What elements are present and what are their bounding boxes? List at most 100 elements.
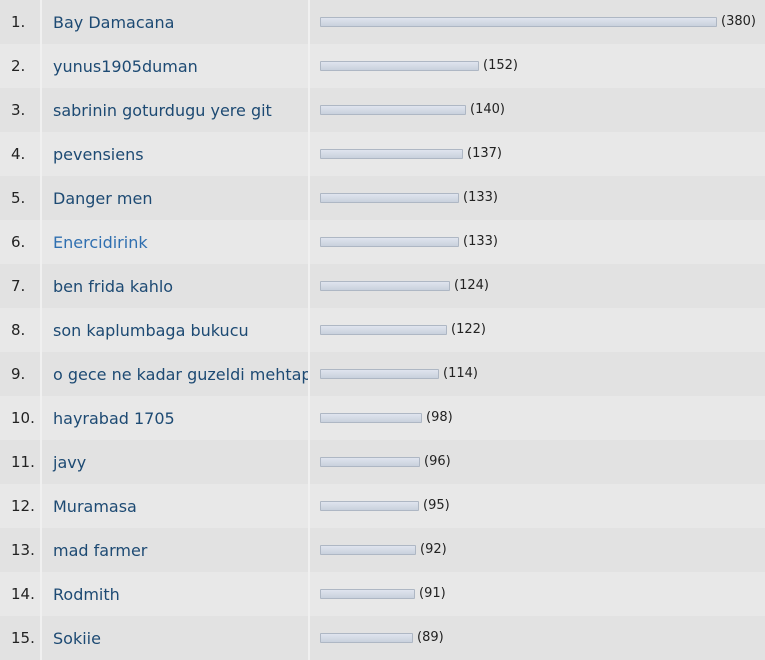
bar-track: (124) bbox=[320, 278, 717, 293]
count-label: (124) bbox=[454, 278, 489, 293]
user-link[interactable]: o gece ne kadar guzeldi mehtap bbox=[53, 365, 308, 384]
stat-cell: (137) bbox=[310, 132, 765, 176]
name-cell: mad farmer bbox=[42, 528, 310, 572]
bar-track: (96) bbox=[320, 454, 717, 469]
user-link[interactable]: Bay Damacana bbox=[53, 13, 174, 32]
user-link[interactable]: hayrabad 1705 bbox=[53, 409, 175, 428]
count-label: (122) bbox=[451, 322, 486, 337]
stat-cell: (140) bbox=[310, 88, 765, 132]
name-cell: Sokiie bbox=[42, 616, 310, 660]
user-link[interactable]: sabrinin goturdugu yere git bbox=[53, 101, 272, 120]
bar-track: (140) bbox=[320, 102, 717, 117]
stat-cell: (124) bbox=[310, 264, 765, 308]
table-row: 12. Muramasa (95) bbox=[0, 484, 765, 528]
name-cell: Danger men bbox=[42, 176, 310, 220]
user-link[interactable]: ben frida kahlo bbox=[53, 277, 173, 296]
user-link[interactable]: Muramasa bbox=[53, 497, 137, 516]
count-bar bbox=[320, 237, 459, 247]
name-cell: sabrinin goturdugu yere git bbox=[42, 88, 310, 132]
table-row: 9. o gece ne kadar guzeldi mehtap (114) bbox=[0, 352, 765, 396]
table-row: 8. son kaplumbaga bukucu (122) bbox=[0, 308, 765, 352]
name-cell: ben frida kahlo bbox=[42, 264, 310, 308]
stat-cell: (152) bbox=[310, 44, 765, 88]
rank-cell: 7. bbox=[0, 264, 42, 308]
rank-cell: 14. bbox=[0, 572, 42, 616]
rank-cell: 8. bbox=[0, 308, 42, 352]
bar-track: (92) bbox=[320, 542, 717, 557]
stat-cell: (133) bbox=[310, 176, 765, 220]
count-label: (380) bbox=[721, 14, 756, 29]
table-row: 13. mad farmer (92) bbox=[0, 528, 765, 572]
bar-track: (133) bbox=[320, 190, 717, 205]
user-link[interactable]: son kaplumbaga bukucu bbox=[53, 321, 249, 340]
name-cell: son kaplumbaga bukucu bbox=[42, 308, 310, 352]
count-label: (137) bbox=[467, 146, 502, 161]
stat-cell: (89) bbox=[310, 616, 765, 660]
count-bar bbox=[320, 369, 439, 379]
table-row: 11. javy (96) bbox=[0, 440, 765, 484]
rank-cell: 9. bbox=[0, 352, 42, 396]
count-bar bbox=[320, 193, 459, 203]
name-cell: Rodmith bbox=[42, 572, 310, 616]
name-cell: yunus1905duman bbox=[42, 44, 310, 88]
stat-cell: (133) bbox=[310, 220, 765, 264]
rank-cell: 2. bbox=[0, 44, 42, 88]
user-link[interactable]: mad farmer bbox=[53, 541, 147, 560]
bar-track: (152) bbox=[320, 58, 717, 73]
user-link[interactable]: yunus1905duman bbox=[53, 57, 198, 76]
user-link[interactable]: Enercidirink bbox=[53, 233, 148, 252]
bar-track: (133) bbox=[320, 234, 717, 249]
stat-cell: (95) bbox=[310, 484, 765, 528]
user-link[interactable]: Rodmith bbox=[53, 585, 120, 604]
count-bar bbox=[320, 545, 416, 555]
top-posters-list: 1. Bay Damacana (380) 2. yunus1905duman … bbox=[0, 0, 765, 660]
count-bar bbox=[320, 501, 419, 511]
user-link[interactable]: Sokiie bbox=[53, 629, 101, 648]
rank-cell: 12. bbox=[0, 484, 42, 528]
stat-cell: (98) bbox=[310, 396, 765, 440]
count-label: (114) bbox=[443, 366, 478, 381]
stat-cell: (114) bbox=[310, 352, 765, 396]
rank-cell: 10. bbox=[0, 396, 42, 440]
bar-track: (122) bbox=[320, 322, 717, 337]
rank-cell: 11. bbox=[0, 440, 42, 484]
count-bar bbox=[320, 105, 466, 115]
count-bar bbox=[320, 633, 413, 643]
table-row: 15. Sokiie (89) bbox=[0, 616, 765, 660]
count-bar bbox=[320, 325, 447, 335]
table-row: 3. sabrinin goturdugu yere git (140) bbox=[0, 88, 765, 132]
name-cell: o gece ne kadar guzeldi mehtap bbox=[42, 352, 310, 396]
count-label: (96) bbox=[424, 454, 451, 469]
stat-cell: (91) bbox=[310, 572, 765, 616]
name-cell: Enercidirink bbox=[42, 220, 310, 264]
count-bar bbox=[320, 589, 415, 599]
rank-cell: 13. bbox=[0, 528, 42, 572]
table-row: 14. Rodmith (91) bbox=[0, 572, 765, 616]
count-label: (95) bbox=[423, 498, 450, 513]
table-row: 1. Bay Damacana (380) bbox=[0, 0, 765, 44]
table-row: 5. Danger men (133) bbox=[0, 176, 765, 220]
bar-track: (114) bbox=[320, 366, 717, 381]
bar-track: (98) bbox=[320, 410, 717, 425]
user-link[interactable]: javy bbox=[53, 453, 86, 472]
count-label: (133) bbox=[463, 190, 498, 205]
count-label: (92) bbox=[420, 542, 447, 557]
table-row: 7. ben frida kahlo (124) bbox=[0, 264, 765, 308]
table-row: 10. hayrabad 1705 (98) bbox=[0, 396, 765, 440]
user-link[interactable]: pevensiens bbox=[53, 145, 144, 164]
name-cell: pevensiens bbox=[42, 132, 310, 176]
name-cell: Muramasa bbox=[42, 484, 310, 528]
count-label: (152) bbox=[483, 58, 518, 73]
user-link[interactable]: Danger men bbox=[53, 189, 153, 208]
count-bar bbox=[320, 149, 463, 159]
count-label: (133) bbox=[463, 234, 498, 249]
rank-cell: 3. bbox=[0, 88, 42, 132]
bar-track: (380) bbox=[320, 14, 756, 29]
rank-cell: 1. bbox=[0, 0, 42, 44]
count-bar bbox=[320, 413, 422, 423]
name-cell: javy bbox=[42, 440, 310, 484]
count-label: (91) bbox=[419, 586, 446, 601]
table-row: 6. Enercidirink (133) bbox=[0, 220, 765, 264]
stat-cell: (96) bbox=[310, 440, 765, 484]
table-row: 4. pevensiens (137) bbox=[0, 132, 765, 176]
